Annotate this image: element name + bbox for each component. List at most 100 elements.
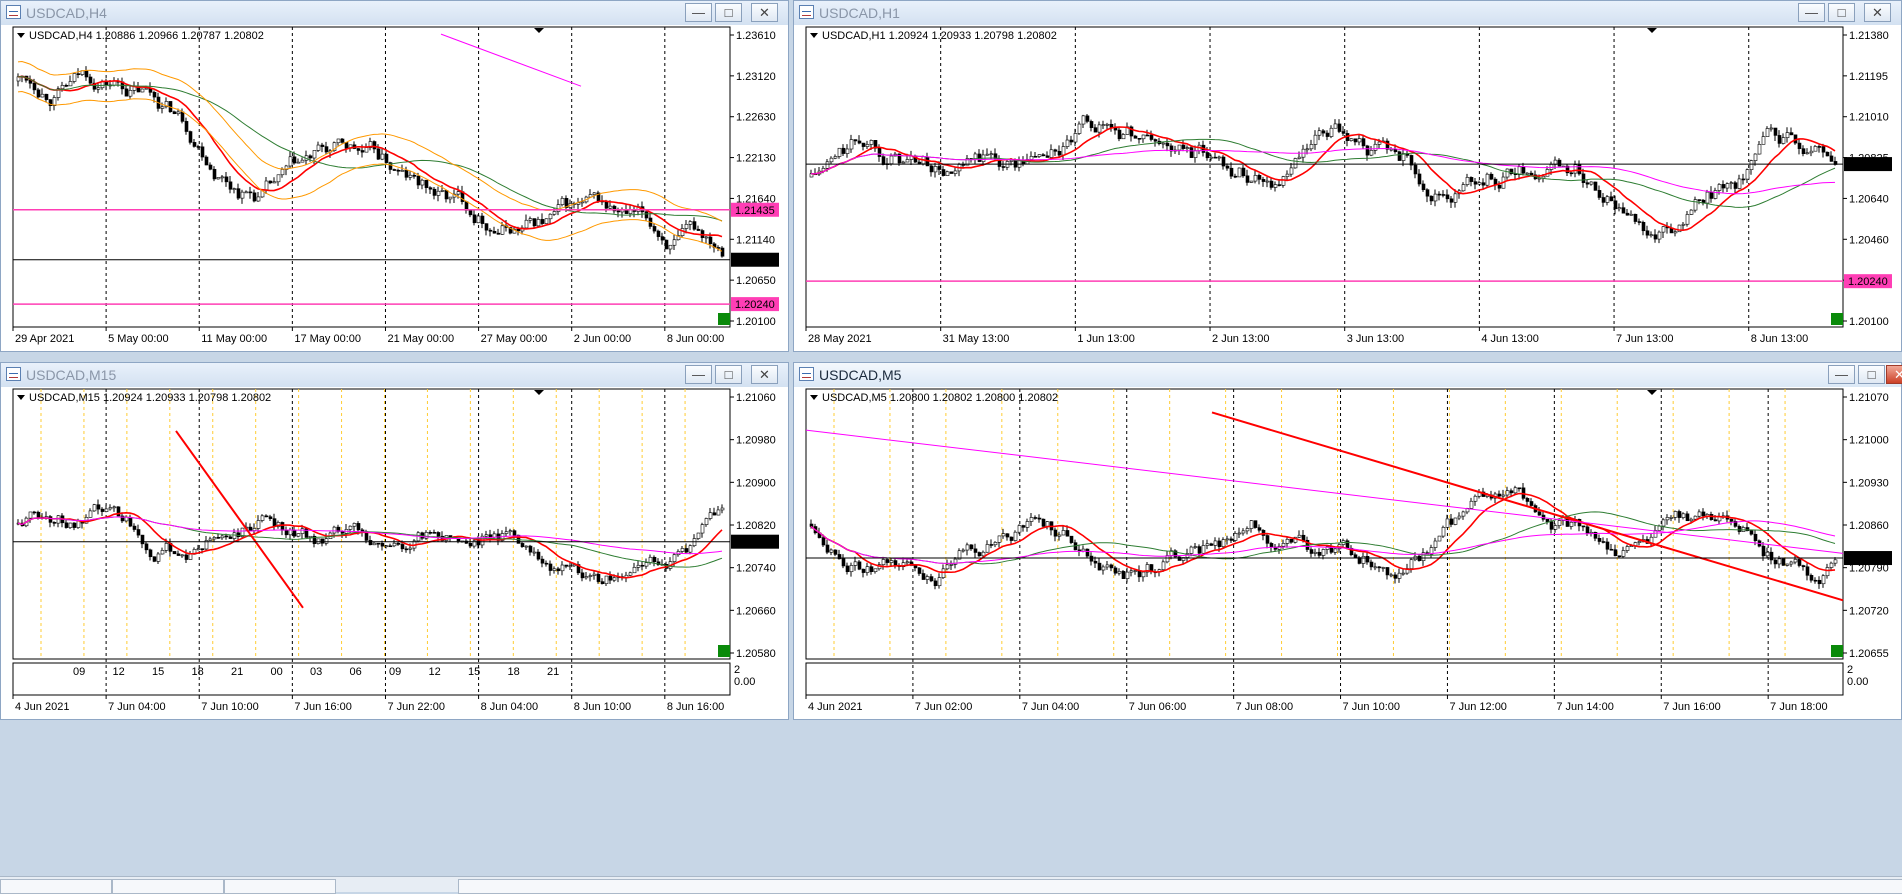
candle-body (720, 507, 725, 511)
maximize-button[interactable]: □ (715, 365, 742, 384)
candle-body (672, 554, 677, 562)
close-button[interactable]: ✕ (1886, 365, 1902, 384)
date-axis-label: 8 Jun 10:00 (574, 701, 632, 713)
candle-body (684, 223, 689, 229)
candle-body (1361, 138, 1366, 147)
candle-body (432, 532, 437, 534)
candle-body (1105, 564, 1110, 568)
candle-body (716, 509, 721, 516)
price-axis-label: 1.20580 (736, 648, 776, 660)
window-titlebar[interactable]: USDCAD,M5 — □ ✕ (794, 363, 1902, 387)
candle-body (364, 147, 369, 153)
candle-body (1717, 184, 1722, 191)
window-titlebar[interactable]: USDCAD,M15 — □ ✕ (1, 363, 788, 387)
candle-body (184, 121, 189, 132)
chart-tab[interactable] (224, 879, 336, 894)
candle-body (1513, 487, 1518, 494)
candle-body (100, 81, 105, 89)
candle-body (528, 545, 533, 553)
candle-body (1133, 135, 1138, 139)
subwindow-scale-label: 0.00 (734, 676, 755, 688)
chart-window-h1[interactable]: USDCAD,H1 — □ ✕ 1.21380 1.21195 1.21010 1.2… (793, 0, 1902, 352)
candle-body (1461, 184, 1466, 192)
window-titlebar[interactable]: USDCAD,H1 — □ ✕ (794, 1, 1901, 25)
candle-body (1509, 490, 1514, 494)
candle-body (1661, 519, 1666, 527)
candle-body (1265, 180, 1270, 183)
candle-body (112, 80, 117, 86)
one-click-trading-icon (1831, 313, 1843, 325)
candle-body (1789, 561, 1794, 565)
candle-body (1673, 511, 1678, 518)
candle-body (384, 545, 389, 548)
candle-body (652, 556, 657, 563)
candle-body (128, 516, 133, 527)
maximize-button[interactable]: □ (715, 3, 742, 22)
candle-body (88, 76, 93, 84)
candle-body (1497, 184, 1502, 189)
subwindow-hour-label: 15 (152, 666, 164, 678)
candle-body (540, 219, 545, 224)
plot-area (12, 26, 731, 328)
candle-body (1005, 533, 1010, 538)
plot-area (805, 26, 1844, 328)
candle-body (1621, 207, 1626, 214)
minimize-button[interactable]: — (685, 365, 712, 384)
candle-body (1029, 155, 1034, 160)
candle-body (1033, 155, 1038, 158)
price-axis-label: 1.20640 (1849, 193, 1889, 205)
candle-body (524, 219, 529, 229)
candle-body (544, 218, 549, 224)
price-chart[interactable]: 1.236101.231201.226301.221301.216401.211… (1, 25, 788, 351)
date-axis-label: 29 Apr 2021 (15, 333, 74, 345)
chart-window-m15[interactable]: USDCAD,M15 — □ ✕ 1.21060 1.20980 1.20900 1.… (0, 362, 789, 720)
candle-body (1537, 511, 1542, 516)
candle-body (1073, 133, 1078, 143)
date-axis-label: 2 Jun 13:00 (1212, 333, 1270, 345)
candle-body (1085, 548, 1090, 557)
candle-body (240, 191, 245, 199)
chart-window-h4[interactable]: USDCAD,H4 — □ ✕ 1.23610 1.23120 1.22630 1.2… (0, 0, 789, 352)
close-button[interactable]: ✕ (1864, 3, 1891, 22)
candle-body (196, 548, 201, 550)
chart-window-m5[interactable]: USDCAD,M5 — □ ✕ 1.21070 1.21000 1.20930 1.2… (793, 362, 1902, 720)
candle-body (1597, 538, 1602, 542)
candle-body (592, 573, 597, 576)
candle-body (949, 563, 954, 566)
candle-body (1445, 194, 1450, 200)
candle-body (1297, 534, 1302, 538)
candle-body (668, 244, 673, 250)
candle-body (1629, 213, 1634, 216)
candle-body (1573, 164, 1578, 174)
minimize-button[interactable]: — (1828, 365, 1855, 384)
candle-body (1069, 535, 1074, 543)
price-axis-label: 1.20860 (1849, 520, 1889, 532)
candle-body (504, 531, 509, 534)
window-titlebar[interactable]: USDCAD,H4 — □ ✕ (1, 1, 788, 25)
candle-body (865, 144, 870, 147)
chart-tab[interactable] (458, 879, 1902, 894)
price-axis-label: 1.21380 (1849, 30, 1889, 42)
close-button[interactable]: ✕ (751, 365, 778, 384)
price-chart[interactable]: 1.213801.211951.210101.208251.206401.204… (794, 25, 1901, 351)
candle-body (300, 159, 305, 163)
candle-body (36, 89, 41, 98)
minimize-button[interactable]: — (685, 3, 712, 22)
candle-body (1137, 138, 1142, 140)
candle-body (1161, 561, 1166, 570)
minimize-button[interactable]: — (1798, 3, 1825, 22)
close-button[interactable]: ✕ (751, 3, 778, 22)
candle-body (1713, 519, 1718, 522)
subwindow-hour-label: 18 (508, 666, 520, 678)
chart-tab[interactable] (0, 879, 112, 894)
chart-window-icon (799, 5, 814, 19)
candle-body (1085, 115, 1090, 122)
maximize-button[interactable]: □ (1828, 3, 1855, 22)
candle-body (1129, 570, 1134, 573)
candle-body (1221, 539, 1226, 547)
candle-body (1765, 551, 1770, 557)
price-chart[interactable]: 1.210701.210001.209301.208601.207901.207… (794, 387, 1901, 719)
maximize-button[interactable]: □ (1858, 365, 1885, 384)
price-chart[interactable]: 1.21060 1.20980 1.20900 1.20820 1.20740 1.206… (1, 387, 788, 719)
chart-tab[interactable] (112, 879, 224, 894)
